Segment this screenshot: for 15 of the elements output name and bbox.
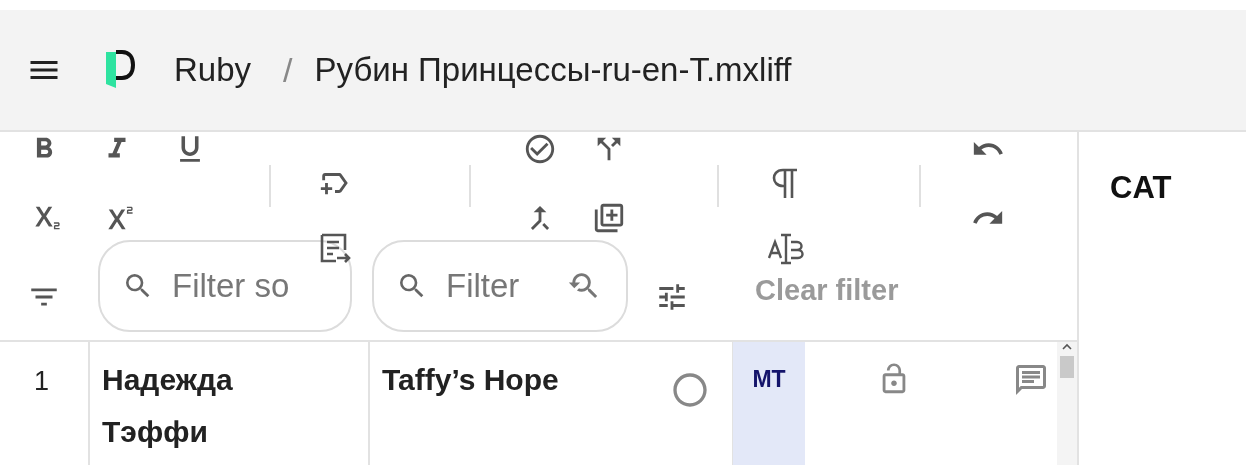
breadcrumb-link[interactable]: Рубин Принцессы-ru-en-T.mxliff (314, 51, 792, 89)
scrollbar-thumb[interactable] (1060, 356, 1074, 378)
comment-icon[interactable] (1013, 362, 1049, 398)
scrollbar[interactable] (1057, 342, 1077, 465)
source-filter-field[interactable]: Filter so (98, 240, 352, 332)
match-label: MT (752, 366, 786, 393)
panel-title: CAT (1110, 170, 1173, 206)
scroll-up-icon[interactable] (1061, 342, 1073, 352)
segment-number: 1 (0, 342, 90, 465)
target-filter-field[interactable]: Filter (372, 240, 628, 332)
breadcrumb-separator: / (283, 50, 293, 90)
breadcrumb-link[interactable]: Ruby (174, 51, 252, 89)
text-cursor-icon[interactable] (766, 232, 806, 266)
source-text: Надежда Тэффи (90, 342, 370, 465)
target-text[interactable]: Taffy’s Hope (382, 354, 559, 406)
